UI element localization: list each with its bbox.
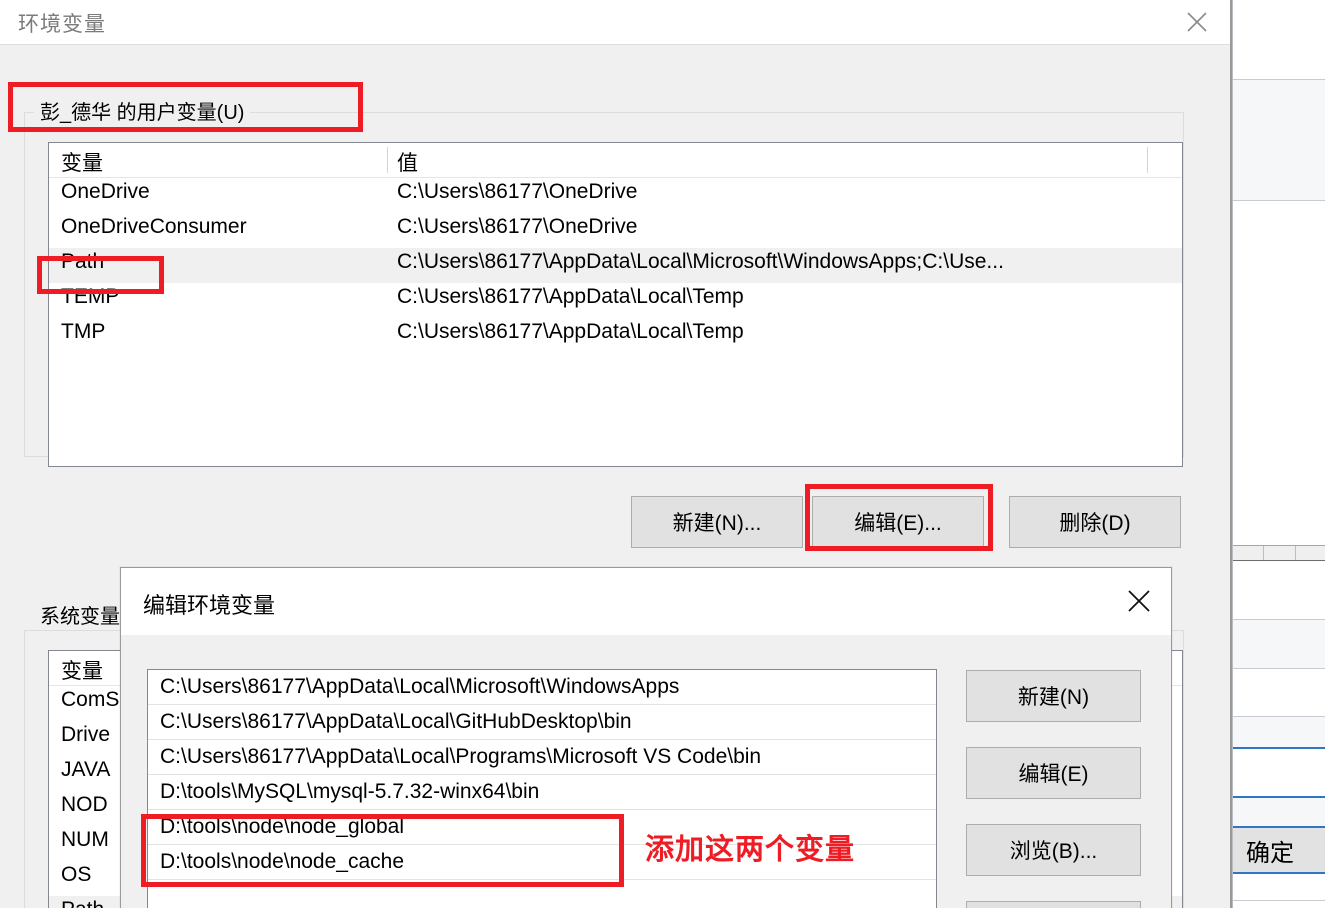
close-icon[interactable]	[1173, 0, 1221, 44]
background-divider	[1233, 200, 1325, 201]
user-variables-label: 彭_德华 的用户变量(U)	[34, 96, 251, 125]
background-divider	[1233, 619, 1325, 620]
column-header-value: 值	[397, 152, 418, 175]
cell-variable-name: TEMP	[61, 285, 120, 308]
browse-path-button[interactable]: 浏览(B)...	[966, 824, 1141, 876]
list-item[interactable]	[148, 880, 936, 908]
background-divider	[1233, 900, 1325, 901]
background-band	[1233, 798, 1325, 826]
column-separator	[387, 147, 388, 173]
edit-path-button[interactable]: 编辑(E)	[966, 747, 1141, 799]
background-divider	[1233, 79, 1325, 80]
background-ok-button[interactable]: 确定	[1233, 828, 1325, 872]
table-row[interactable]: Path C:\Users\86177\AppData\Local\Micros…	[49, 248, 1182, 283]
list-item[interactable]: C:\Users\86177\AppData\Local\Programs\Mi…	[148, 740, 936, 775]
move-up-button[interactable]	[966, 901, 1141, 908]
background-row-divider	[1233, 747, 1325, 749]
background-divider	[1233, 668, 1325, 669]
cell-variable-name: OneDrive	[61, 180, 150, 203]
column-header-name: 变量	[61, 660, 103, 683]
system-variables-label: 系统变量	[34, 600, 126, 629]
close-icon[interactable]	[1115, 578, 1163, 624]
dialog-title: 环境变量	[18, 13, 106, 36]
column-header-name: 变量	[61, 152, 103, 175]
cell-variable-name: TMP	[61, 320, 106, 343]
user-variables-list[interactable]: 变量 值 OneDrive C:\Users\86177\OneDrive On…	[48, 142, 1183, 467]
cell-variable-value: C:\Users\86177\AppData\Local\Microsoft\W…	[397, 250, 1004, 273]
edit-dialog-title: 编辑环境变量	[143, 593, 276, 618]
path-entries-list[interactable]: C:\Users\86177\AppData\Local\Microsoft\W…	[147, 669, 937, 908]
cell-variable-value: C:\Users\86177\AppData\Local\Temp	[397, 320, 744, 343]
background-window: 确定	[1232, 0, 1325, 908]
list-item[interactable]: C:\Users\86177\AppData\Local\Microsoft\W…	[148, 670, 936, 705]
list-item[interactable]: C:\Users\86177\AppData\Local\GitHubDeskt…	[148, 705, 936, 740]
annotation-note-text: 添加这两个变量	[645, 834, 856, 866]
background-band	[1233, 717, 1325, 747]
table-row[interactable]: TMP C:\Users\86177\AppData\Local\Temp	[49, 318, 1182, 353]
list-item[interactable]: D:\tools\MySQL\mysql-5.7.32-winx64\bin	[148, 775, 936, 810]
edit-dialog-titlebar: 编辑环境变量	[121, 568, 1171, 635]
background-band	[1233, 620, 1325, 668]
table-row[interactable]: TEMP C:\Users\86177\AppData\Local\Temp	[49, 283, 1182, 318]
delete-user-variable-button[interactable]: 删除(D)	[1009, 496, 1181, 548]
background-scrollbar[interactable]	[1233, 545, 1325, 561]
new-user-variable-button[interactable]: 新建(N)...	[631, 496, 803, 548]
table-row[interactable]: OneDrive C:\Users\86177\OneDrive	[49, 178, 1182, 213]
cell-variable-value: C:\Users\86177\AppData\Local\Temp	[397, 285, 744, 308]
column-separator	[1147, 147, 1148, 173]
dialog-titlebar: 环境变量	[0, 0, 1230, 45]
edit-user-variable-button[interactable]: 编辑(E)...	[812, 496, 984, 548]
new-path-button[interactable]: 新建(N)	[966, 670, 1141, 722]
background-row-divider	[1233, 872, 1325, 874]
cell-variable-name: Path	[61, 250, 105, 273]
cell-variable-value: C:\Users\86177\OneDrive	[397, 215, 638, 238]
table-row[interactable]: OneDriveConsumer C:\Users\86177\OneDrive	[49, 213, 1182, 248]
background-divider	[1233, 716, 1325, 717]
cell-variable-value: C:\Users\86177\OneDrive	[397, 180, 638, 203]
cell-variable-name: OneDriveConsumer	[61, 215, 247, 238]
screenshot-root: 确定 环境变量 彭_德华 的用户变量(U) 变量 值 OneDrive C:\U…	[0, 0, 1325, 908]
background-band	[1233, 80, 1325, 200]
user-variables-header: 变量 值	[49, 143, 1182, 178]
